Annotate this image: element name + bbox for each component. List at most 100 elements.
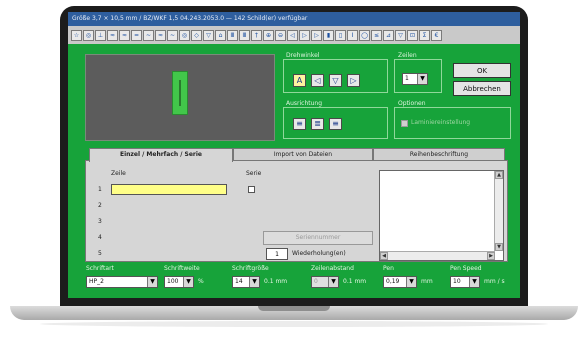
reihenbeschriftung-list[interactable]: ▲ ▼ ◀ ▶ (379, 170, 504, 261)
toolbar-icon[interactable]: ~ (167, 29, 178, 41)
ausrichtung-title: Ausrichtung (286, 100, 323, 107)
row-number: 2 (98, 202, 102, 209)
scroll-down-icon[interactable]: ▼ (495, 243, 503, 251)
zeilenabstand-select[interactable]: 0 ▼ (311, 276, 339, 288)
seriennummer-button[interactable]: Seriennummer (263, 231, 373, 245)
rotate-180-button[interactable]: ▽ (329, 74, 342, 87)
zeilenabstand-value: 0 (314, 278, 318, 285)
toolbar-icon[interactable]: Ⅲ (227, 29, 238, 41)
toolbar-icon[interactable]: ◁ (287, 29, 298, 41)
align-right-button[interactable]: ≡ (329, 118, 342, 130)
pen-speed-select[interactable]: 10 ▼ (450, 276, 480, 288)
toolbar-icon[interactable]: ⊡ (407, 29, 418, 41)
toolbar-icon[interactable]: ▷ (299, 29, 310, 41)
repeat-label: Wiederholung(en) (292, 250, 346, 257)
chevron-down-icon[interactable]: ▼ (147, 277, 157, 287)
rotate-270-button[interactable]: ▷ (347, 74, 360, 87)
schriftweite-select[interactable]: 100 ▼ (164, 276, 194, 288)
vertical-scrollbar[interactable]: ▲ ▼ (494, 171, 503, 251)
row-number: 1 (98, 186, 102, 193)
toolbar-icon[interactable]: ◎ (83, 29, 94, 41)
toolbar-icon[interactable]: ▽ (203, 29, 214, 41)
pen-speed-unit: mm / s (484, 278, 505, 285)
rotate-0-button[interactable]: A (293, 74, 306, 87)
toolbar-icon[interactable]: ☆ (71, 29, 82, 41)
schriftweite-value: 100 (167, 278, 179, 285)
cancel-button[interactable]: Abbrechen (453, 81, 511, 96)
pen-speed-value: 10 (453, 278, 461, 285)
laminier-checkbox[interactable] (401, 120, 408, 127)
toolbar-icon[interactable]: ≈ (119, 29, 130, 41)
tab-panel: Zeile Serie 1 2 3 4 5 Seriennummer 1 Wie… (85, 160, 508, 262)
serie-column-label: Serie (246, 170, 262, 177)
toolbar-icon[interactable]: ⊥ (95, 29, 106, 41)
schriftart-value: HP_2 (89, 278, 104, 285)
toolbar-icon[interactable]: ▮ (323, 29, 334, 41)
chevron-down-icon[interactable]: ▼ (406, 277, 416, 287)
tab-einzel-mehrfach-serie[interactable]: Einzel / Mehrfach / Serie (89, 148, 233, 162)
zeilen-value: 1 (405, 75, 409, 82)
label-text-mark (179, 80, 181, 106)
toolbar-icon[interactable]: ═ (131, 29, 142, 41)
schriftgroesse-label: Schriftgröße (232, 265, 269, 272)
row-number: 5 (98, 250, 102, 257)
zeilen-select[interactable]: 1 ▼ (402, 73, 428, 85)
chevron-down-icon[interactable]: ▼ (469, 277, 479, 287)
toolbar-icon[interactable]: ≤ (371, 29, 382, 41)
label-rectangle (172, 71, 188, 115)
laminier-label: Laminiereinstellung (411, 119, 471, 126)
schriftart-label: Schriftart (86, 265, 114, 272)
row-number: 4 (98, 234, 102, 241)
scroll-up-icon[interactable]: ▲ (495, 171, 503, 179)
toolbar-icon[interactable]: Ⅲ (239, 29, 250, 41)
repeat-count-input[interactable]: 1 (266, 248, 288, 260)
zeilenabstand-unit: 0.1 mm (343, 278, 367, 285)
app-window: Größe 3,7 × 10,5 mm / BZ/WKF 1,5 04.243.… (68, 12, 520, 298)
ok-button[interactable]: OK (453, 63, 511, 78)
toolbar-icon[interactable]: ▷ (311, 29, 322, 41)
toolbar-icon[interactable]: ~ (143, 29, 154, 41)
laptop-shadow (40, 321, 548, 327)
zeile-1-input[interactable] (111, 184, 227, 195)
pen-select[interactable]: 0,19 ▼ (383, 276, 417, 288)
toolbar-icon[interactable]: † (251, 29, 262, 41)
toolbar-icon[interactable]: ⊖ (275, 29, 286, 41)
schriftgroesse-value: 14 (235, 278, 243, 285)
pen-label: Pen (383, 265, 394, 272)
schriftgroesse-select[interactable]: 14 ▼ (232, 276, 260, 288)
toolbar-icon[interactable]: ≈ (107, 29, 118, 41)
drehwinkel-title: Drehwinkel (286, 52, 320, 59)
toolbar-icon[interactable]: ≈ (155, 29, 166, 41)
pen-unit: mm (421, 278, 433, 285)
schriftgroesse-unit: 0.1 mm (264, 278, 288, 285)
serie-checkbox[interactable] (248, 186, 255, 193)
chevron-down-icon[interactable]: ▼ (249, 277, 259, 287)
toolbar-icon[interactable]: Ⅰ (347, 29, 358, 41)
rotate-90-button[interactable]: ◁ (311, 74, 324, 87)
zeilen-title: Zeilen (398, 52, 417, 59)
zeilenabstand-label: Zeilenabstand (311, 265, 354, 272)
toolbar-icon[interactable]: ⌂ (215, 29, 226, 41)
toolbar-icon[interactable]: Σ (419, 29, 430, 41)
scroll-left-icon[interactable]: ◀ (380, 252, 388, 260)
chevron-down-icon[interactable]: ▼ (417, 74, 427, 84)
optionen-title: Optionen (398, 100, 426, 107)
toolbar-icon[interactable]: € (431, 29, 442, 41)
row-number: 3 (98, 218, 102, 225)
toolbar-icon[interactable]: ⊕ (263, 29, 274, 41)
toolbar-icon[interactable]: ▽ (395, 29, 406, 41)
scroll-right-icon[interactable]: ▶ (487, 252, 495, 260)
align-left-button[interactable]: ≡ (293, 118, 306, 130)
toolbar: ☆ ◎ ⊥ ≈ ≈ ═ ~ ≈ ~ ◎ ◇ ▽ ⌂ Ⅲ Ⅲ † ⊕ ⊖ ◁ ▷ ▷ ▮ ▯ Ⅰ ◯ ≤ ⊿ ▽ ⊡ Σ € (68, 26, 520, 44)
toolbar-icon[interactable]: ▯ (335, 29, 346, 41)
horizontal-scrollbar[interactable]: ◀ ▶ (380, 251, 495, 260)
toolbar-icon[interactable]: ⊿ (383, 29, 394, 41)
toolbar-icon[interactable]: ◇ (191, 29, 202, 41)
chevron-down-icon[interactable]: ▼ (328, 277, 338, 287)
toolbar-icon[interactable]: ◯ (359, 29, 370, 41)
align-center-button[interactable]: ≣ (311, 118, 324, 130)
schriftart-select[interactable]: HP_2 ▼ (86, 276, 158, 288)
label-preview (85, 54, 275, 141)
toolbar-icon[interactable]: ◎ (179, 29, 190, 41)
chevron-down-icon[interactable]: ▼ (183, 277, 193, 287)
